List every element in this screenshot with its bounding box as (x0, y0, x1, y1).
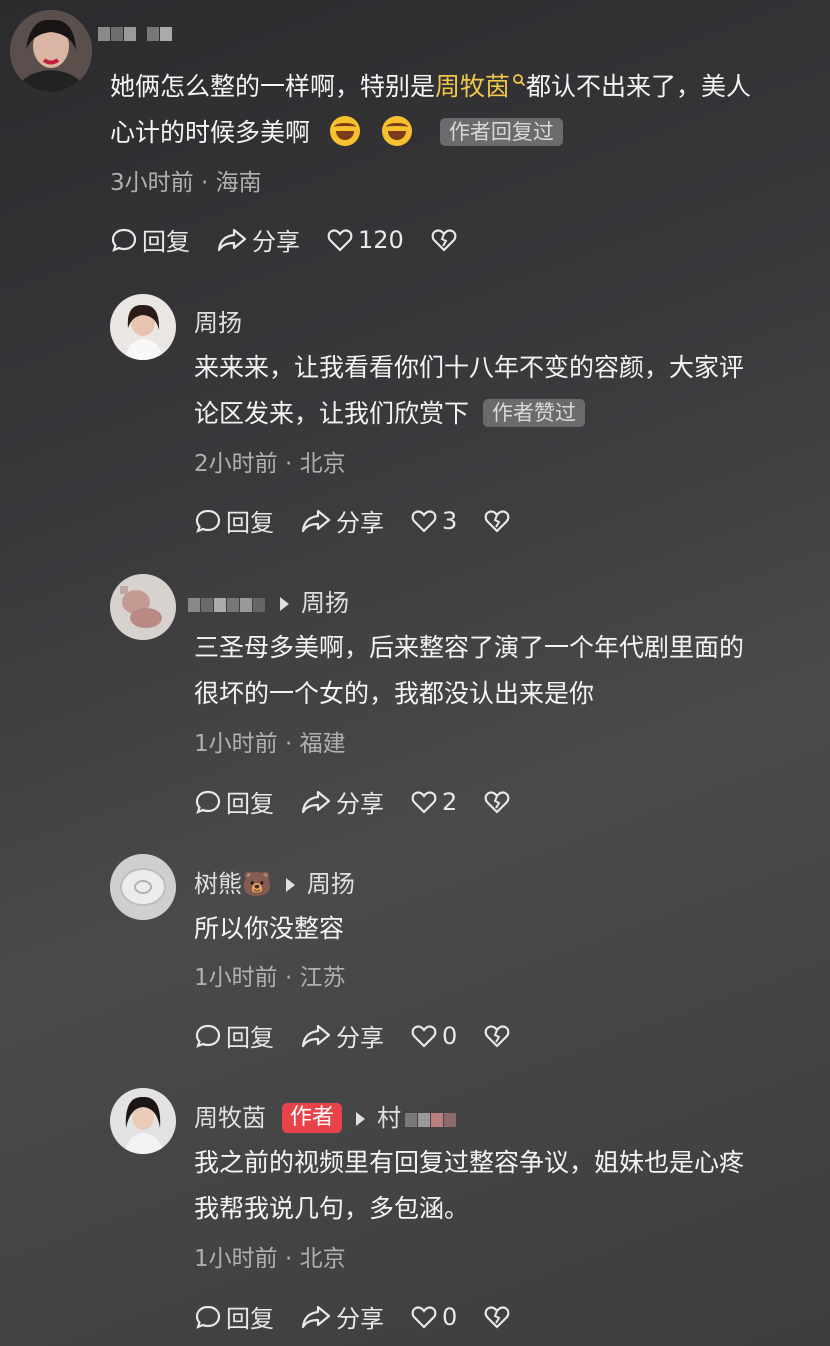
comment-meta: 1小时前 · 江苏 (194, 965, 346, 991)
author-liked-badge: 作者赞过 (483, 399, 586, 427)
reply-to-arrow-icon (356, 1112, 366, 1126)
comment-text: 三圣母多美啊，后来整容了演了一个年代剧里面的 很坏的一个女的，我都没认出来是你 (194, 633, 745, 708)
reply-header: 周牧茵 作者 村 (194, 1098, 457, 1133)
broken-heart-icon (431, 228, 457, 252)
comment-bubble-icon (195, 1305, 221, 1329)
like-button[interactable]: 120 (326, 226, 404, 254)
avatar[interactable] (110, 294, 176, 360)
comment-bubble-icon (195, 1024, 221, 1048)
broken-heart-icon (484, 790, 510, 814)
comment-meta: 1小时前 · 福建 (194, 731, 346, 757)
username-masked[interactable] (405, 1105, 457, 1133)
reply-to-arrow-icon (280, 597, 289, 611)
heart-icon (411, 1024, 437, 1048)
laugh-emoji-icon (329, 116, 360, 146)
reply-header: 树熊🐻 周扬 (194, 864, 355, 899)
like-count: 0 (442, 1302, 458, 1331)
share-arrow-icon (301, 1305, 331, 1328)
dislike-button[interactable] (430, 226, 462, 254)
broken-heart-icon (484, 509, 510, 533)
like-count: 3 (442, 506, 458, 535)
action-bar: 回复 分享 2 (194, 784, 541, 819)
share-arrow-icon (301, 790, 331, 813)
comment-meta: 2小时前 · 北京 (194, 451, 346, 477)
dislike-button[interactable] (483, 788, 515, 816)
heart-icon (411, 790, 437, 814)
share-button[interactable]: 分享 (300, 1299, 384, 1334)
broken-heart-icon (484, 1024, 510, 1048)
dislike-button[interactable] (483, 1022, 515, 1050)
avatar[interactable] (110, 854, 176, 920)
username[interactable]: 树熊🐻 (194, 870, 272, 898)
comment-text: 所以你没整容 (194, 914, 345, 943)
reply-button[interactable]: 回复 (194, 1018, 274, 1053)
comment-text: 我之前的视频里有回复过整容争议，姐妹也是心疼 我帮我说几句，多包涵。 (194, 1148, 745, 1223)
comment-meta: 1小时前 · 北京 (194, 1246, 346, 1272)
laugh-emoji-icon (381, 116, 412, 146)
action-bar: 回复 分享 0 (194, 1018, 541, 1053)
comment-text: 来来来，让我看看你们十八年不变的容颜，大家评 论区发来，让我们欣赏下 作者赞过 (194, 353, 745, 428)
share-button[interactable]: 分享 (300, 784, 384, 819)
share-button[interactable]: 分享 (300, 1018, 384, 1053)
reply-button[interactable]: 回复 (194, 1299, 274, 1334)
reply-button[interactable]: 回复 (194, 503, 274, 538)
action-bar: 回复 分享 0 (194, 1299, 541, 1334)
avatar[interactable] (110, 1088, 176, 1154)
action-bar: 回复 分享 3 (194, 503, 541, 538)
reply-button[interactable]: 回复 (110, 222, 190, 257)
share-button[interactable]: 分享 (300, 503, 384, 538)
comment-meta: 3小时前 · 海南 (110, 170, 262, 196)
heart-icon (327, 228, 353, 252)
like-button[interactable]: 0 (410, 1303, 457, 1331)
like-count: 0 (442, 1021, 458, 1050)
username[interactable]: 周扬 (194, 303, 242, 338)
share-arrow-icon (301, 1024, 331, 1047)
author-replied-badge: 作者回复过 (439, 118, 563, 146)
share-button[interactable]: 分享 (216, 222, 300, 257)
comment-bubble-icon (195, 790, 221, 814)
like-button[interactable]: 2 (410, 788, 457, 816)
avatar[interactable] (110, 574, 176, 640)
like-button[interactable]: 3 (410, 507, 457, 535)
avatar[interactable] (10, 10, 92, 92)
like-button[interactable]: 0 (410, 1022, 457, 1050)
like-count: 2 (442, 787, 458, 816)
heart-icon (411, 1305, 437, 1329)
comment-text: 她俩怎么整的一样啊，特别是周牧茵 都认不出来了，美人 心计的时候多美啊 作者回复过 (110, 72, 752, 147)
broken-heart-icon (484, 1305, 510, 1329)
reply-header: 周扬 (188, 583, 349, 618)
reply-to-name[interactable]: 周扬 (301, 589, 349, 617)
reply-to-name[interactable]: 周扬 (307, 870, 355, 898)
dislike-button[interactable] (483, 1303, 515, 1331)
username-masked[interactable] (188, 590, 266, 618)
dislike-button[interactable] (483, 507, 515, 535)
highlight-link[interactable]: 周牧茵 (435, 72, 510, 101)
search-icon[interactable] (512, 73, 526, 87)
heart-icon (411, 509, 437, 533)
share-arrow-icon (217, 228, 247, 251)
comment-bubble-icon (195, 509, 221, 533)
username-masked[interactable] (98, 26, 173, 45)
action-bar: 回复 分享 120 (110, 222, 488, 257)
reply-to-name-partial[interactable]: 村 (377, 1104, 401, 1132)
reply-to-arrow-icon (285, 878, 295, 892)
reply-button[interactable]: 回复 (194, 784, 274, 819)
username[interactable]: 周牧茵 (194, 1104, 266, 1132)
comment-bubble-icon (111, 228, 137, 252)
author-badge: 作者 (282, 1103, 343, 1133)
like-count: 120 (358, 225, 404, 254)
share-arrow-icon (301, 509, 331, 532)
